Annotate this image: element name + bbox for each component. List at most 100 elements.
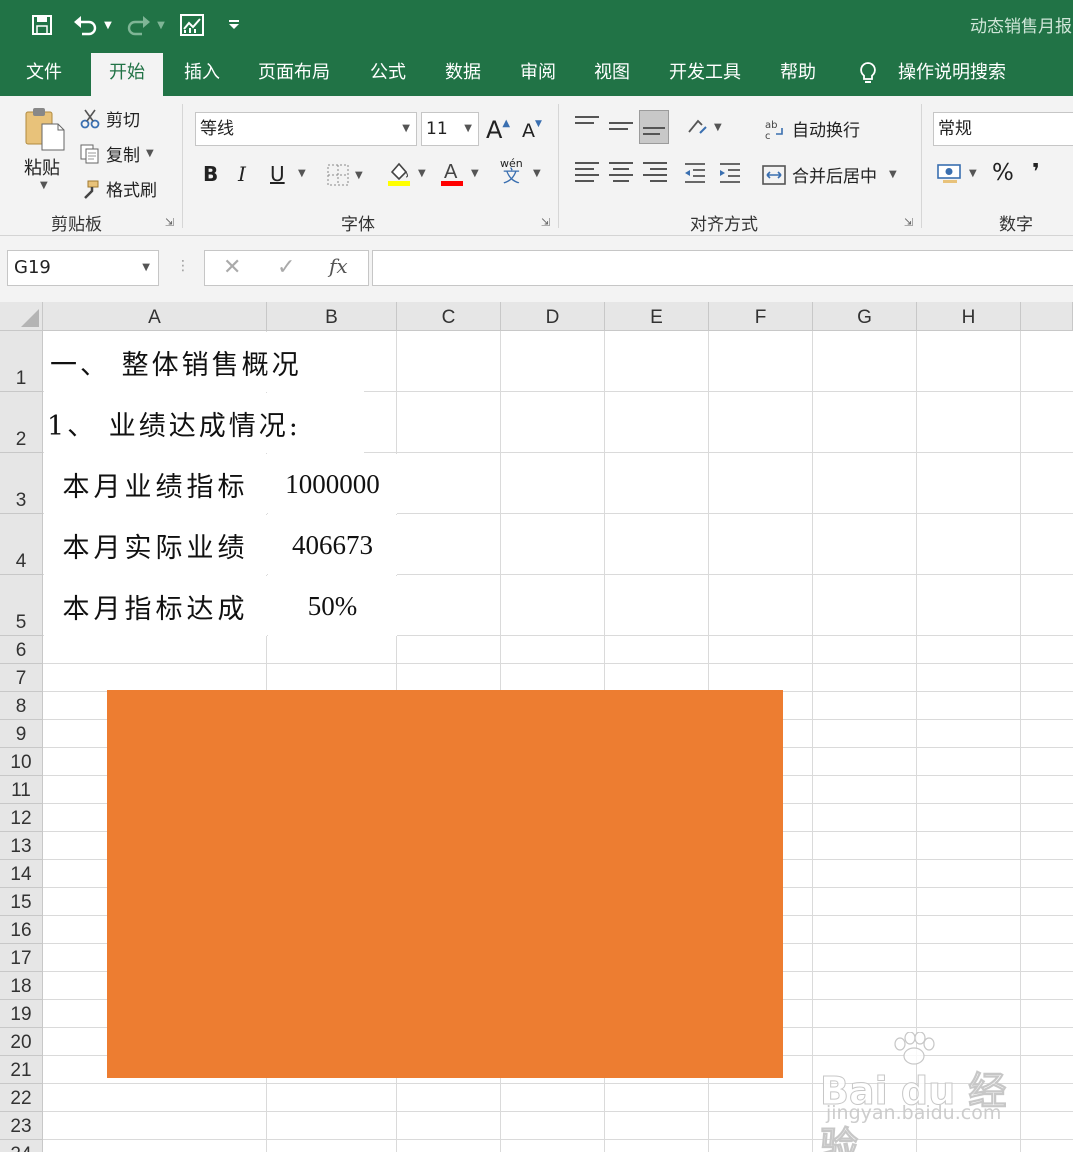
chevron-down-icon[interactable] xyxy=(226,10,242,40)
column-header-c[interactable]: C xyxy=(397,302,501,331)
row-header-3[interactable]: 3 xyxy=(0,453,43,514)
chart-icon[interactable] xyxy=(178,10,206,40)
insert-function-button[interactable]: fx xyxy=(329,254,348,278)
row-header-5[interactable]: 5 xyxy=(0,575,43,636)
phonetic-dropdown[interactable]: ▼ xyxy=(533,168,541,179)
row-header-20[interactable]: 20 xyxy=(0,1028,43,1056)
tell-me-search[interactable]: 操作说明搜索 xyxy=(898,50,1006,96)
cell-a1[interactable]: 一、 整体销售概况 xyxy=(44,332,364,392)
tab-home[interactable]: 开始 xyxy=(91,53,163,96)
column-header-e[interactable]: E xyxy=(605,302,709,331)
font-launcher-icon[interactable]: ⇲ xyxy=(541,216,550,229)
row-header-21[interactable]: 21 xyxy=(0,1056,43,1084)
cell-b3[interactable]: 1000000 xyxy=(268,454,397,514)
undo-icon[interactable] xyxy=(70,10,102,40)
merge-center-button[interactable]: 合并后居中 ▼ xyxy=(762,162,897,187)
tab-file[interactable]: 文件 xyxy=(26,50,62,96)
enter-icon[interactable]: ✓ xyxy=(277,255,295,280)
font-name-select[interactable]: 等线 ▼ xyxy=(195,112,417,146)
orientation-button[interactable]: ▼ xyxy=(686,116,722,138)
comma-style-button[interactable]: ❜ xyxy=(1032,160,1040,185)
row-header-9[interactable]: 9 xyxy=(0,720,43,748)
row-header-6[interactable]: 6 xyxy=(0,636,43,664)
cell-a4[interactable]: 本月实际业绩 xyxy=(44,515,267,575)
align-center-icon[interactable] xyxy=(606,158,636,182)
column-header-h[interactable]: H xyxy=(917,302,1021,331)
save-icon[interactable] xyxy=(28,10,56,40)
redo-dropdown-icon[interactable]: ▼ xyxy=(154,10,168,40)
row-header-13[interactable]: 13 xyxy=(0,832,43,860)
row-header-19[interactable]: 19 xyxy=(0,1000,43,1028)
redo-icon[interactable] xyxy=(122,10,154,40)
row-header-11[interactable]: 11 xyxy=(0,776,43,804)
column-header-a[interactable]: A xyxy=(43,302,267,331)
cut-button[interactable]: 剪切 xyxy=(80,106,140,131)
tab-page-layout[interactable]: 页面布局 xyxy=(258,50,330,96)
paste-button[interactable]: 粘贴 xyxy=(24,154,60,180)
wrap-text-button[interactable]: ab c 自动换行 xyxy=(764,116,860,142)
orange-rectangle-shape[interactable] xyxy=(107,690,783,1078)
cell-b4[interactable]: 406673 xyxy=(268,515,397,575)
cancel-icon[interactable]: ✕ xyxy=(223,255,241,280)
cell-a3[interactable]: 本月业绩指标 xyxy=(44,454,267,514)
decrease-indent-button[interactable] xyxy=(683,162,707,184)
align-right-icon[interactable] xyxy=(640,158,670,182)
bold-button[interactable]: B xyxy=(203,162,218,186)
border-button[interactable]: ▼ xyxy=(327,164,363,186)
font-size-select[interactable]: 11 ▼ xyxy=(421,112,479,146)
alignment-launcher-icon[interactable]: ⇲ xyxy=(904,216,913,229)
formula-input[interactable] xyxy=(372,250,1073,286)
paste-icon[interactable] xyxy=(22,106,66,152)
percent-button[interactable]: % xyxy=(992,160,1014,186)
row-header-8[interactable]: 8 xyxy=(0,692,43,720)
tab-insert[interactable]: 插入 xyxy=(184,50,220,96)
name-box[interactable]: G19 ▼ xyxy=(7,250,159,286)
tab-view[interactable]: 视图 xyxy=(594,50,630,96)
fill-color-button[interactable]: ▼ xyxy=(386,160,426,186)
select-all-button[interactable] xyxy=(0,302,43,331)
row-header-4[interactable]: 4 xyxy=(0,514,43,575)
row-header-22[interactable]: 22 xyxy=(0,1084,43,1112)
row-header-14[interactable]: 14 xyxy=(0,860,43,888)
clipboard-launcher-icon[interactable]: ⇲ xyxy=(165,216,174,229)
cell-b5[interactable]: 50% xyxy=(268,576,397,636)
row-header-18[interactable]: 18 xyxy=(0,972,43,1000)
row-header-16[interactable]: 16 xyxy=(0,916,43,944)
cell-a5[interactable]: 本月指标达成 xyxy=(44,576,267,636)
tab-data[interactable]: 数据 xyxy=(445,50,481,96)
resize-handle[interactable]: ⋮ xyxy=(176,258,190,274)
increase-font-button[interactable]: A ▲ xyxy=(486,116,510,144)
copy-button[interactable]: 复制 ▼ xyxy=(80,141,154,166)
tab-formulas[interactable]: 公式 xyxy=(370,50,406,96)
tab-help[interactable]: 帮助 xyxy=(780,50,816,96)
row-header-15[interactable]: 15 xyxy=(0,888,43,916)
decrease-font-button[interactable]: A ▼ xyxy=(522,119,542,142)
underline-dropdown[interactable]: ▼ xyxy=(298,168,306,179)
row-header-2[interactable]: 2 xyxy=(0,392,43,453)
row-header-17[interactable]: 17 xyxy=(0,944,43,972)
undo-dropdown-icon[interactable]: ▼ xyxy=(101,10,115,40)
paste-dropdown[interactable]: ▼ xyxy=(40,180,48,191)
italic-button[interactable]: I xyxy=(238,162,246,186)
tab-developer[interactable]: 开发工具 xyxy=(669,50,741,96)
column-header-g[interactable]: G xyxy=(813,302,917,331)
number-format-select[interactable]: 常规 xyxy=(933,112,1073,146)
row-header-23[interactable]: 23 xyxy=(0,1112,43,1140)
row-header-24[interactable]: 24 xyxy=(0,1140,43,1152)
column-header-f[interactable]: F xyxy=(709,302,813,331)
align-middle-icon[interactable] xyxy=(606,118,636,142)
row-header-1[interactable]: 1 xyxy=(0,331,43,392)
tab-review[interactable]: 审阅 xyxy=(520,50,556,96)
row-header-7[interactable]: 7 xyxy=(0,664,43,692)
font-color-button[interactable]: A ▼ xyxy=(439,160,479,186)
column-header-b[interactable]: B xyxy=(267,302,397,331)
align-bottom-icon[interactable] xyxy=(639,110,669,144)
align-top-icon[interactable] xyxy=(572,112,602,136)
align-left-icon[interactable] xyxy=(572,158,602,182)
underline-button[interactable]: U xyxy=(270,162,285,186)
row-header-10[interactable]: 10 xyxy=(0,748,43,776)
column-header-d[interactable]: D xyxy=(501,302,605,331)
column-header-partial[interactable] xyxy=(1021,302,1073,331)
format-painter-button[interactable]: 格式刷 xyxy=(80,176,157,201)
phonetic-guide-button[interactable]: wén 文 xyxy=(500,158,523,186)
